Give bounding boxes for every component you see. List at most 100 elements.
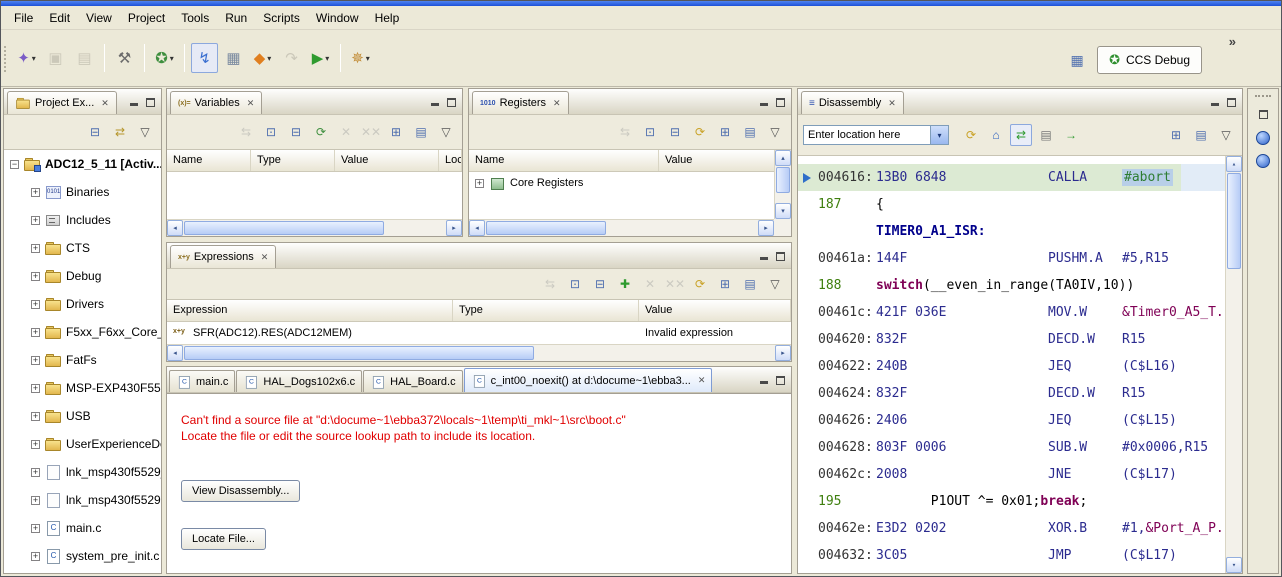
view-menu-icon[interactable]: ▽: [1215, 124, 1237, 146]
disassembly-line[interactable]: 004628: 803F 0006 SUB.W #0x0006,R15: [798, 434, 1225, 461]
tree-item[interactable]: + USB: [4, 402, 161, 430]
view-menu-icon[interactable]: ▽: [435, 121, 457, 143]
column-header-value[interactable]: Value: [639, 300, 791, 321]
new-view-icon[interactable]: ⊞: [385, 121, 407, 143]
disassembly-line[interactable]: 195 P1OUT ^= 0x01;break;: [798, 488, 1225, 515]
new-wizard-icon[interactable]: ✦ ▾: [13, 43, 40, 73]
location-input[interactable]: [803, 125, 931, 145]
layout-icon[interactable]: ▤: [410, 121, 432, 143]
refresh-icon[interactable]: ⟳: [310, 121, 332, 143]
layout-icon[interactable]: ▤: [739, 273, 761, 295]
disassembly-line[interactable]: 004620: 832F DECD.W R15: [798, 326, 1225, 353]
scrollbar-thumb[interactable]: [776, 167, 790, 193]
tree-item[interactable]: + Debug: [4, 262, 161, 290]
pin-to-debug-context-icon[interactable]: ⊡: [564, 273, 586, 295]
collapse-all-icon[interactable]: ⊟: [589, 273, 611, 295]
add-expression-icon[interactable]: ✚: [614, 273, 636, 295]
fast-view-bar-handle[interactable]: [1255, 95, 1271, 99]
maximize-view-icon[interactable]: [445, 95, 458, 108]
scroll-up-icon[interactable]: ▴: [775, 150, 791, 166]
expand-expander-icon[interactable]: +: [31, 187, 40, 197]
disassembly-line[interactable]: 004626: 2406 JEQ (C$L15): [798, 407, 1225, 434]
step-into-assembly-icon[interactable]: →: [1060, 124, 1082, 146]
disassembly-line[interactable]: 187 {: [798, 191, 1225, 218]
expand-expander-icon[interactable]: +: [31, 439, 40, 449]
tree-item[interactable]: + F5xx_F6xx_Core_...: [4, 318, 161, 346]
tree-item[interactable]: + lnk_msp430f5529...: [4, 486, 161, 514]
scroll-left-icon[interactable]: ◂: [167, 345, 183, 361]
registers-vscrollbar[interactable]: ▴ ▾: [774, 150, 791, 219]
tree-item[interactable]: + Includes: [4, 206, 161, 234]
home-icon[interactable]: ⌂: [985, 124, 1007, 146]
column-header-type[interactable]: Type: [453, 300, 639, 321]
expand-expander-icon[interactable]: +: [31, 299, 40, 309]
tree-item[interactable]: + Binaries: [4, 178, 161, 206]
expand-expander-icon[interactable]: +: [31, 523, 40, 533]
expand-expander-icon[interactable]: +: [31, 467, 40, 477]
scroll-right-icon[interactable]: ▸: [775, 345, 791, 361]
layout-icon[interactable]: ▤: [1190, 124, 1212, 146]
debug-icon[interactable]: ✪ ▾: [151, 43, 178, 73]
locate-file-button[interactable]: Locate File...: [181, 528, 266, 550]
disassembly-line[interactable]: 00462e: E3D2 0202 XOR.B #1, &Port_A_P.: [798, 515, 1225, 542]
column-header-value[interactable]: Value: [335, 150, 439, 171]
menu-item-view[interactable]: View: [78, 8, 120, 28]
scroll-right-icon[interactable]: ▸: [446, 220, 462, 236]
editor-tab[interactable]: main.c: [169, 370, 236, 392]
disassembly-vscrollbar[interactable]: ▴ ▾: [1225, 156, 1242, 573]
scrollbar-thumb[interactable]: [184, 346, 534, 360]
scroll-left-icon[interactable]: ◂: [469, 220, 485, 236]
minimize-view-icon[interactable]: [757, 249, 770, 262]
tree-item[interactable]: + lnk_msp430f5529_...: [4, 458, 161, 486]
menu-item-project[interactable]: Project: [120, 8, 173, 28]
collapse-all-icon[interactable]: ⊟: [664, 121, 686, 143]
close-icon[interactable]: ✕: [101, 98, 109, 109]
close-icon[interactable]: ✕: [698, 375, 706, 386]
flash-icon[interactable]: ◆ ▾: [249, 43, 276, 73]
column-header-expression[interactable]: Expression: [167, 300, 453, 321]
view-menu-icon[interactable]: ▽: [764, 121, 786, 143]
view-disassembly-button[interactable]: View Disassembly...: [181, 480, 301, 502]
tab-project-explorer[interactable]: Project Ex... ✕: [7, 91, 117, 114]
expand-expander-icon[interactable]: +: [31, 411, 40, 421]
tree-item[interactable]: + main.c: [4, 514, 161, 542]
perspective-ccs-debug-button[interactable]: ✪ CCS Debug: [1097, 46, 1202, 74]
collapse-all-icon[interactable]: ⊟: [285, 121, 307, 143]
tree-item[interactable]: + CTS: [4, 234, 161, 262]
editor-tab[interactable]: HAL_Board.c: [363, 370, 463, 392]
disassembly-line[interactable]: 188 switch(__even_in_range(TA0IV,10)): [798, 272, 1225, 299]
disassembly-line[interactable]: 004624: 832F DECD.W R15: [798, 380, 1225, 407]
tree-item[interactable]: +: [4, 570, 161, 573]
expand-expander-icon[interactable]: +: [31, 495, 40, 505]
menu-item-file[interactable]: File: [6, 8, 41, 28]
minimize-view-icon[interactable]: [1208, 95, 1221, 108]
scrollbar-thumb[interactable]: [184, 221, 384, 235]
expressions-hscrollbar[interactable]: ◂ ▸: [167, 344, 791, 361]
expand-expander-icon[interactable]: +: [31, 383, 40, 393]
expand-expander-icon[interactable]: +: [31, 551, 40, 561]
disassembly-line[interactable]: 004616: 13B0 6848 CALLA #abort: [798, 164, 1225, 191]
column-header-value[interactable]: Value: [659, 150, 791, 171]
scroll-down-icon[interactable]: ▾: [775, 203, 791, 219]
combo-dropdown-icon[interactable]: ▾: [931, 125, 949, 145]
maximize-view-icon[interactable]: [774, 249, 787, 262]
close-icon[interactable]: ✕: [247, 98, 255, 109]
tree-item[interactable]: + Drivers: [4, 290, 161, 318]
view-menu-icon[interactable]: ▽: [134, 121, 156, 143]
scripts-wand-icon[interactable]: ✵ ▾: [347, 43, 374, 73]
maximize-view-icon[interactable]: [774, 373, 787, 386]
tree-item[interactable]: + MSP-EXP430F5529...: [4, 374, 161, 402]
registers-hscrollbar[interactable]: ◂ ▸: [469, 219, 774, 236]
scrollbar-thumb[interactable]: [486, 221, 606, 235]
editor-tab[interactable]: c_int00_noexit() at d:\docume~1\ebba3...…: [463, 368, 713, 392]
view-menu-icon[interactable]: ▽: [764, 273, 786, 295]
link-with-editor-icon[interactable]: ⇄: [109, 121, 131, 143]
build-icon[interactable]: ⚒: [111, 43, 138, 73]
scrollbar-thumb[interactable]: [1227, 173, 1241, 269]
close-icon[interactable]: ✕: [553, 98, 561, 109]
scroll-right-icon[interactable]: ▸: [758, 220, 774, 236]
column-header-type[interactable]: Type: [251, 150, 335, 171]
expression-row[interactable]: SFR(ADC12).RES(ADC12MEM) Invalid express…: [167, 322, 791, 344]
tree-item[interactable]: − ADC12_5_11 [Activ...: [4, 150, 161, 178]
close-icon[interactable]: ✕: [888, 98, 896, 109]
